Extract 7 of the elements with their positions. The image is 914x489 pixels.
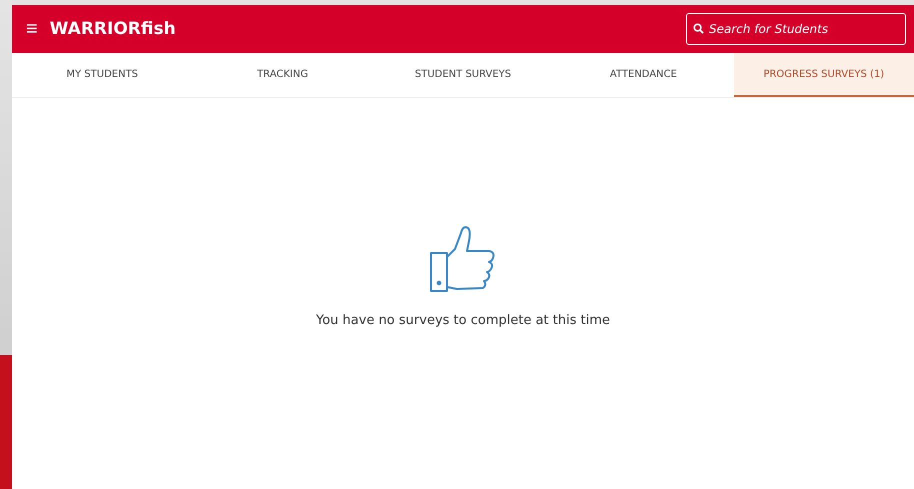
app-title: WARRIORfish [50,19,177,39]
menu-button[interactable]: ≡ [18,18,46,40]
search-icon [693,23,704,34]
thumbs-up-icon [429,223,497,295]
empty-message: You have no surveys to complete at this time [316,313,610,328]
nav-tab[interactable]: PROGRESS SURVEYS (1) [734,53,914,97]
search-field[interactable]: Search for Students [686,13,906,45]
